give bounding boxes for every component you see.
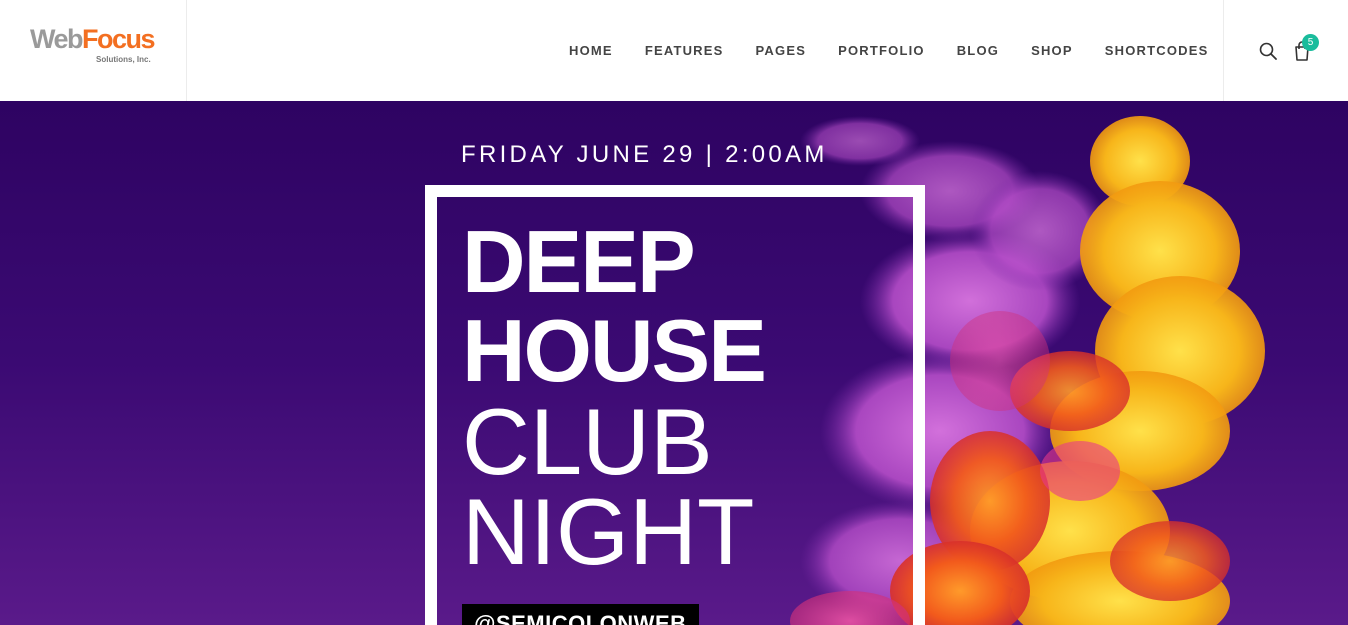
logo-web-text: Web <box>30 24 84 54</box>
site-header: WebFocus Solutions, Inc. HOME FEATURES P… <box>0 0 1348 101</box>
nav-item-blog[interactable]: BLOG <box>941 43 1015 58</box>
nav-item-pages[interactable]: PAGES <box>740 43 823 58</box>
title-club: CLUB <box>462 389 713 494</box>
nav-item-portfolio[interactable]: PORTFOLIO <box>822 43 941 58</box>
header-icons: 5 <box>1223 0 1348 101</box>
title-deep: DEEP <box>462 212 696 311</box>
search-icon[interactable] <box>1258 41 1278 61</box>
hero-banner: FRIDAY JUNE 29 | 2:00AM DEEP HOUSE CLUB … <box>0 101 1348 625</box>
logo-container: WebFocus Solutions, Inc. <box>0 0 187 101</box>
nav-item-home[interactable]: HOME <box>553 43 629 58</box>
logo[interactable]: WebFocus Solutions, Inc. <box>30 24 156 64</box>
title-night: NIGHT <box>462 479 755 584</box>
logo-focus-text: Focus <box>82 24 156 54</box>
logo-subtitle: Solutions, Inc. <box>96 55 151 64</box>
social-handle[interactable]: @SEMICOLONWEB <box>462 604 699 625</box>
nav-item-shortcodes[interactable]: SHORTCODES <box>1089 43 1225 58</box>
title-house: HOUSE <box>462 301 767 400</box>
nav-item-shop[interactable]: SHOP <box>1015 43 1089 58</box>
cart-count-badge: 5 <box>1302 34 1319 51</box>
nav-item-features[interactable]: FEATURES <box>629 43 740 58</box>
event-date: FRIDAY JUNE 29 | 2:00AM <box>461 141 828 168</box>
main-nav: HOME FEATURES PAGES PORTFOLIO BLOG SHOP … <box>553 0 1224 101</box>
logo-wordmark: WebFocus <box>30 24 156 54</box>
